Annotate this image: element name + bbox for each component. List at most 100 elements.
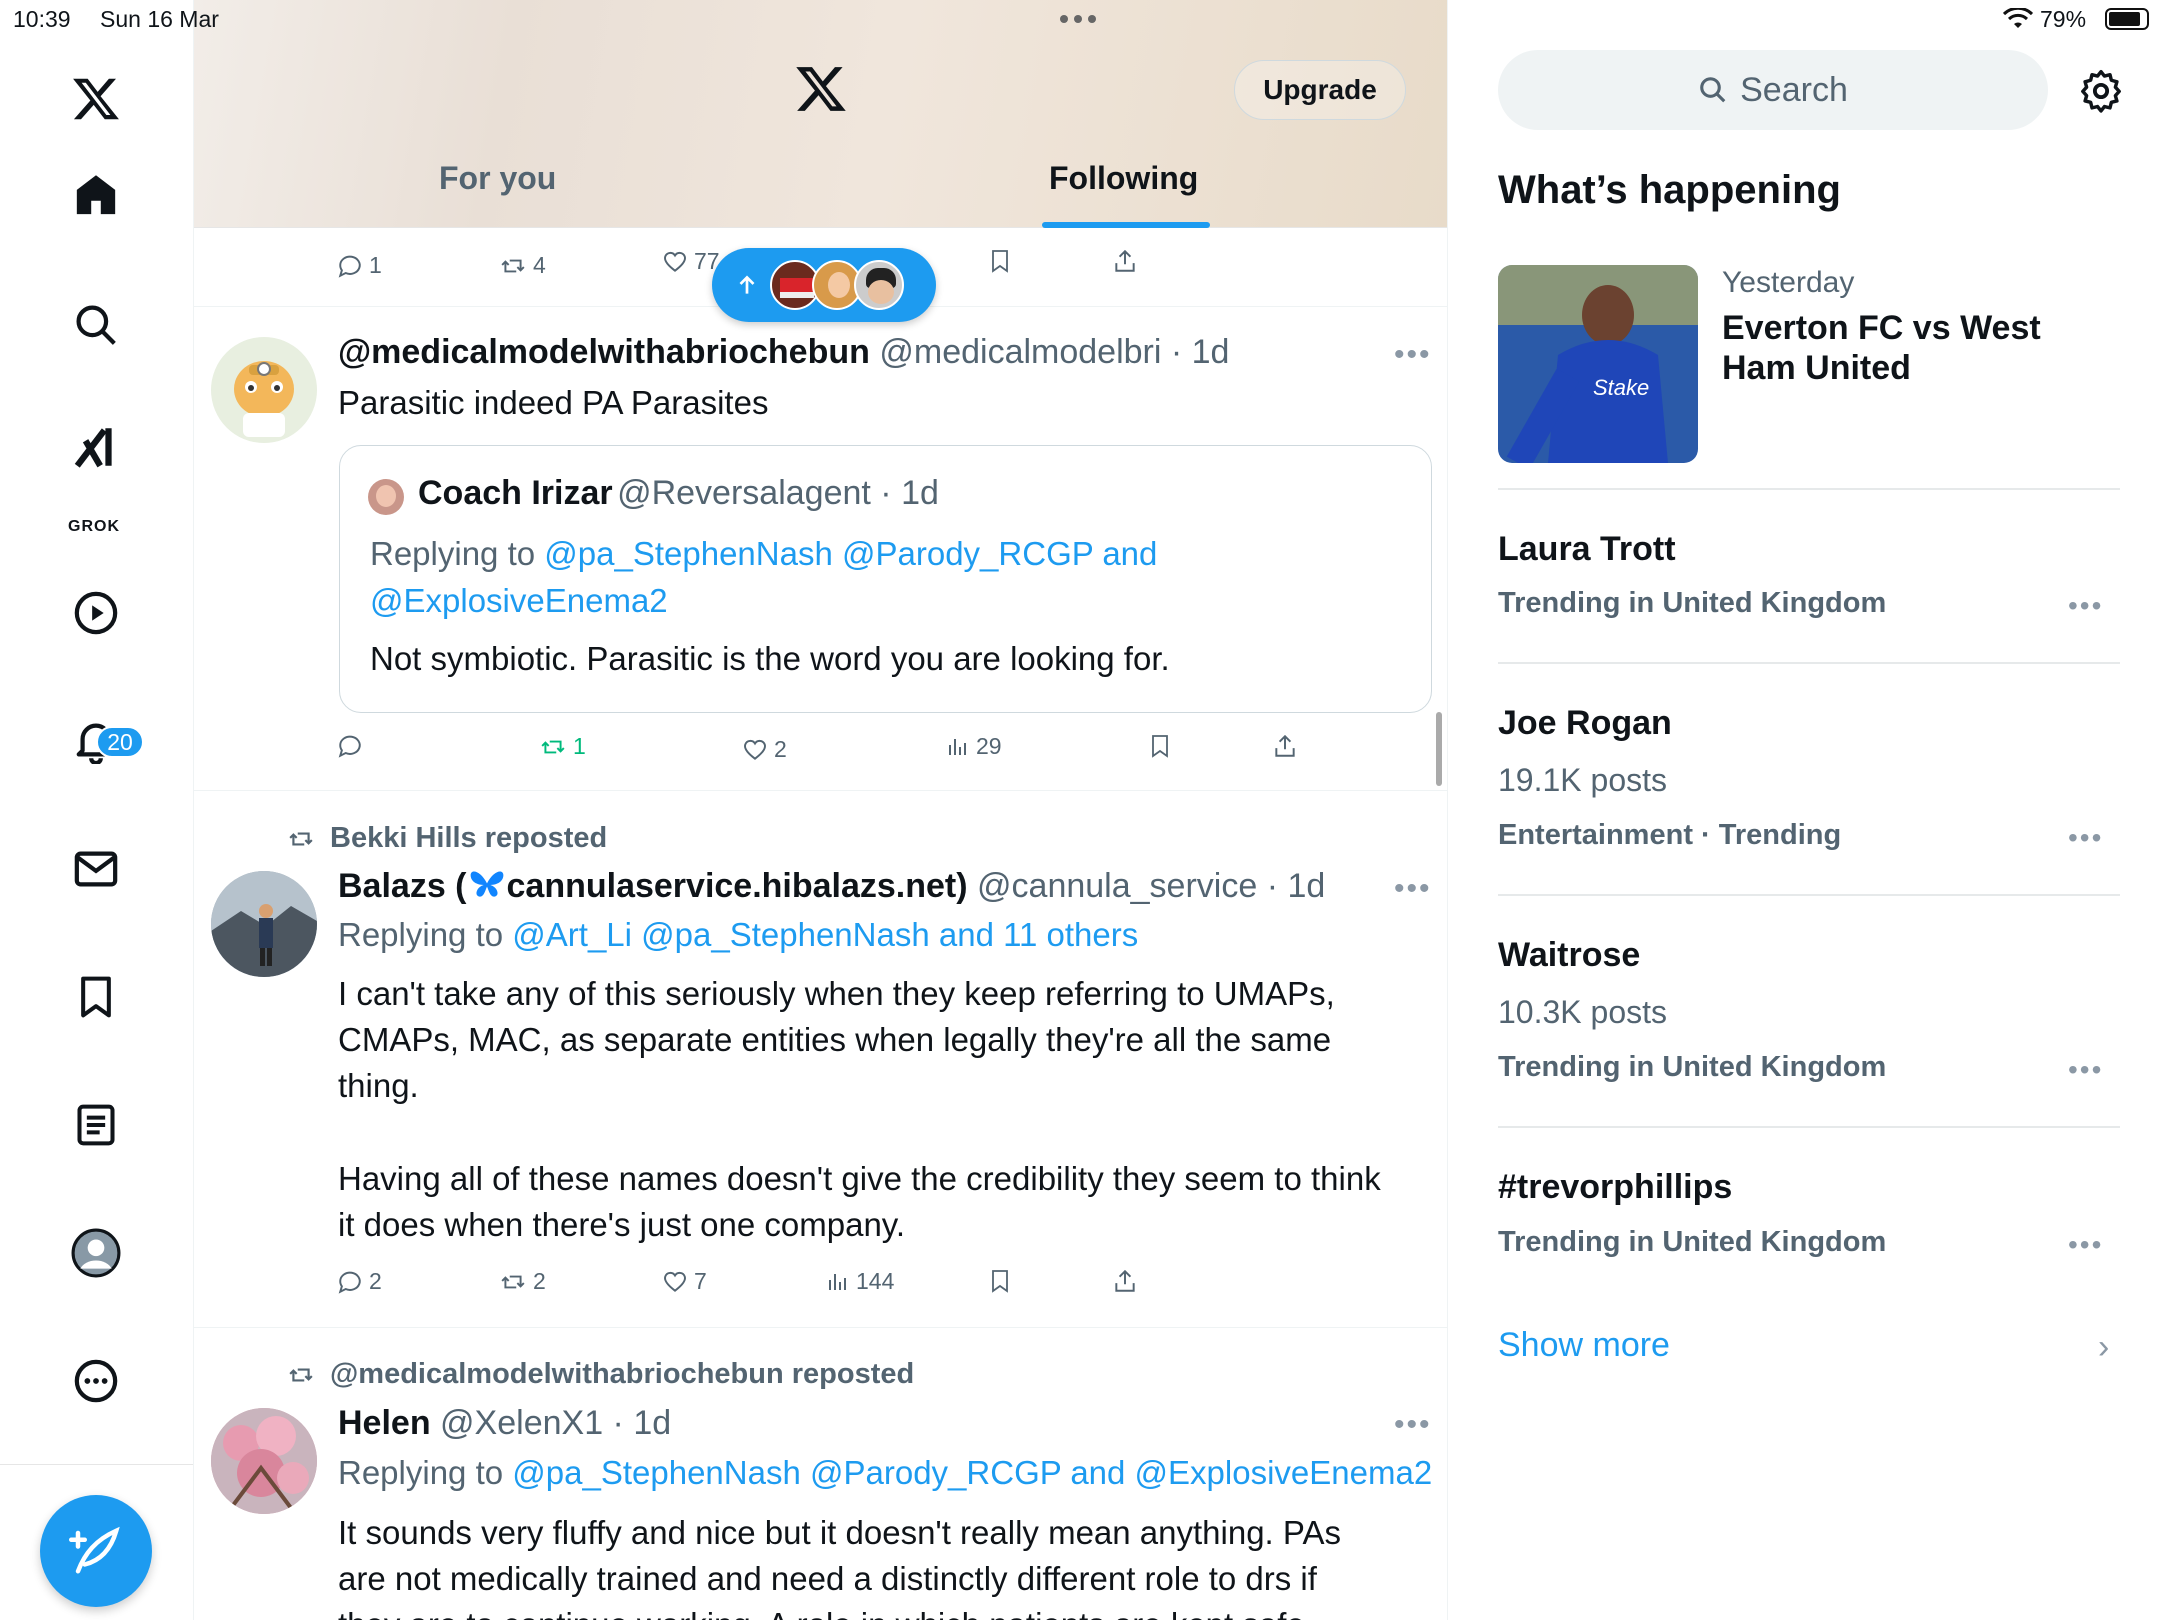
news-title[interactable]: Everton FC vs West Ham United	[1722, 308, 2082, 388]
replying-mentions[interactable]: @Art_Li @pa_StephenNash and 11 others	[512, 916, 1138, 953]
search-icon[interactable]	[63, 292, 129, 358]
reposted-by: Bekki Hills reposted	[330, 822, 608, 854]
author-handle[interactable]: @XelenX1	[440, 1404, 603, 1442]
trend-title[interactable]: Joe Rogan	[1498, 704, 1672, 743]
trend-title[interactable]: Laura Trott	[1498, 530, 1676, 569]
compose-post-button[interactable]	[40, 1495, 152, 1607]
bookmark-icon	[992, 1270, 1008, 1293]
x-logo-icon[interactable]	[63, 66, 129, 132]
views-count: 29	[976, 733, 1002, 759]
show-more-link[interactable]: Show more	[1498, 1326, 1670, 1365]
repost-icon	[501, 1275, 525, 1288]
reply-action[interactable]: 1	[337, 252, 382, 279]
trend-title[interactable]: Waitrose	[1498, 936, 1640, 975]
replying-mentions[interactable]: @pa_StephenNash @Parody_RCGP and	[544, 535, 1157, 572]
settings-gear-icon[interactable]	[2078, 68, 2124, 114]
butterfly-icon	[470, 871, 503, 897]
like-count: 2	[774, 736, 787, 762]
reposted-by: @medicalmodelwithabriochebun reposted	[330, 1358, 915, 1390]
post-text-line: they are to continue working. A role in …	[338, 1602, 1305, 1620]
replying-mentions-line2[interactable]: @ExplosiveEnema2	[370, 578, 668, 624]
reply-action[interactable]	[337, 733, 369, 759]
lists-icon[interactable]	[63, 1092, 129, 1158]
repost-icon	[289, 832, 313, 845]
trend-more-options-icon[interactable]: •••	[2068, 822, 2103, 854]
author-name[interactable]: cannulaservice.hibalazs.net)	[507, 867, 968, 905]
scrollbar-thumb[interactable]	[1436, 712, 1442, 786]
avatar[interactable]	[211, 871, 317, 977]
bookmark-action[interactable]	[988, 248, 1012, 274]
profile-icon[interactable]	[63, 1220, 129, 1286]
repost-action[interactable]: 2	[499, 1268, 546, 1295]
post-text-line: It sounds very fluffy and nice but it do…	[338, 1514, 1341, 1551]
trend-meta: Trending in United Kingdom	[1498, 587, 1887, 619]
new-posts-pill[interactable]	[712, 248, 936, 322]
reply-action[interactable]: 2	[337, 1268, 382, 1295]
repost-action[interactable]: 1	[539, 733, 586, 760]
more-icon[interactable]	[63, 1348, 129, 1414]
avatar[interactable]	[211, 1408, 317, 1514]
post-time[interactable]: 1d	[1192, 333, 1230, 371]
bookmark-icon	[1152, 735, 1168, 758]
share-action[interactable]	[1112, 248, 1138, 274]
quote-replying-to: Replying to @pa_StephenNash @Parody_RCGP…	[370, 531, 1157, 577]
author-name[interactable]: Helen	[338, 1404, 431, 1442]
grok-icon[interactable]	[63, 414, 129, 480]
tab-following[interactable]: Following	[1049, 160, 1198, 197]
trend-more-options-icon[interactable]: •••	[2068, 590, 2103, 622]
trend-more-options-icon[interactable]: •••	[2068, 1054, 2103, 1086]
grok-label: GROK	[68, 518, 120, 535]
like-action[interactable]: 2	[742, 736, 787, 763]
share-icon	[1115, 1269, 1135, 1292]
author-handle[interactable]: @cannula_service	[977, 867, 1257, 905]
repost-action[interactable]: 4	[499, 252, 546, 279]
news-thumbnail[interactable]: Stake	[1498, 265, 1698, 463]
heart-icon	[664, 1271, 686, 1292]
post-text-line: CMAPs, MAC, as separate entities when le…	[338, 1021, 1332, 1058]
bookmark-action[interactable]	[988, 1268, 1012, 1294]
author-name[interactable]: @medicalmodelwithabriochebun	[338, 333, 870, 371]
views-action[interactable]: 29	[946, 733, 1002, 760]
like-action[interactable]: 7	[662, 1268, 707, 1295]
repost-indicator[interactable]: Bekki Hills reposted	[286, 822, 607, 855]
share-action[interactable]	[1272, 733, 1298, 759]
upgrade-button[interactable]: Upgrade	[1234, 60, 1406, 120]
post-divider	[194, 790, 1447, 791]
repost-count: 1	[573, 733, 586, 759]
search-icon	[1700, 77, 1726, 103]
video-icon[interactable]	[63, 580, 129, 646]
replying-mentions[interactable]: @pa_StephenNash @Parody_RCGP and @Explos…	[512, 1454, 1432, 1491]
replying-prefix: Replying to	[370, 535, 536, 572]
avatar	[854, 260, 904, 310]
author-handle[interactable]: @medicalmodelbri	[879, 333, 1161, 371]
more-options-icon[interactable]: •••	[1394, 1408, 1432, 1442]
views-action[interactable]: 144	[826, 1268, 894, 1295]
post-text-line: I can't take any of this seriously when …	[338, 975, 1335, 1012]
like-action[interactable]: 77	[662, 248, 720, 275]
multitasking-dots-icon[interactable]	[1060, 15, 1096, 23]
quoted-post[interactable]: Coach Irizar @Reversalagent · 1d Replyin…	[339, 445, 1432, 713]
x-header-logo-icon[interactable]	[794, 62, 848, 116]
like-count: 7	[694, 1268, 707, 1294]
quote-author-handle: @Reversalagent	[617, 474, 871, 512]
trend-title[interactable]: #trevorphillips	[1498, 1168, 1732, 1207]
home-icon[interactable]	[63, 162, 129, 228]
messages-icon[interactable]	[63, 836, 129, 902]
author-name-prefix[interactable]: Balazs (	[338, 867, 467, 905]
bookmarks-icon[interactable]	[63, 964, 129, 1030]
more-options-icon[interactable]: •••	[1394, 338, 1432, 372]
repost-count: 2	[533, 1268, 546, 1294]
post-time[interactable]: 1d	[633, 1404, 671, 1442]
post-text-line: it does when there's just one company.	[338, 1206, 906, 1243]
search-input[interactable]: Search	[1498, 50, 2048, 130]
tab-for-you[interactable]: For you	[439, 160, 556, 197]
trend-more-options-icon[interactable]: •••	[2068, 1229, 2103, 1261]
repost-indicator[interactable]: @medicalmodelwithabriochebun reposted	[286, 1358, 914, 1391]
share-action[interactable]	[1112, 1268, 1138, 1294]
more-options-icon[interactable]: •••	[1394, 872, 1432, 906]
avatar[interactable]	[211, 337, 317, 443]
bookmark-action[interactable]	[1148, 733, 1172, 759]
repost-icon	[289, 1368, 313, 1381]
status-bar: 10:39 Sun 16 Mar 79%	[0, 0, 2160, 40]
post-time[interactable]: 1d	[1287, 867, 1325, 905]
